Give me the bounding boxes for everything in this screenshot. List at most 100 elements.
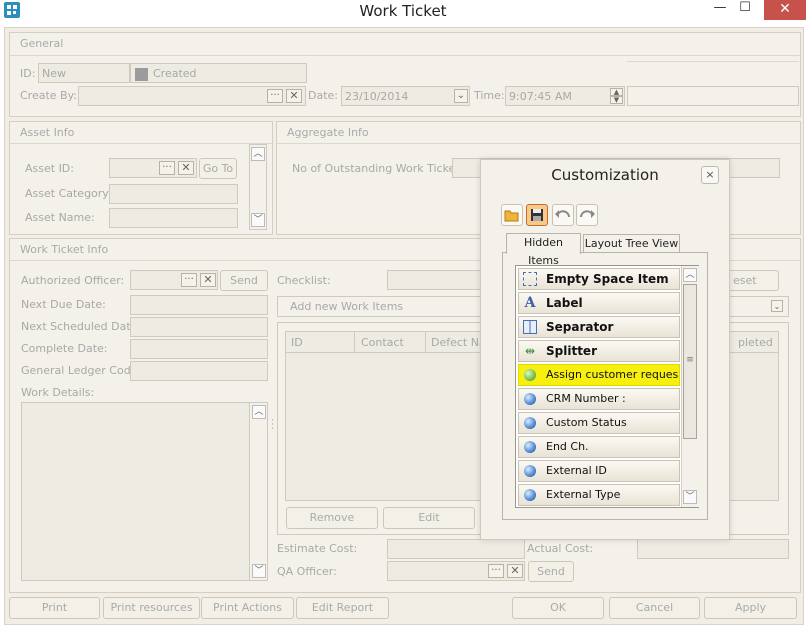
splitter-handle[interactable]: · · · bbox=[271, 417, 274, 434]
date-label: Date: bbox=[308, 89, 338, 102]
print-actions-button[interactable]: Print Actions bbox=[201, 597, 294, 619]
title-bar: Work Ticket — ☐ ✕ bbox=[0, 0, 806, 22]
gl-code-field[interactable] bbox=[130, 361, 268, 381]
tab-hidden-items[interactable]: Hidden Items bbox=[506, 233, 581, 267]
work-details-textarea[interactable]: ︿ ﹀ bbox=[21, 402, 268, 581]
list-item[interactable]: Empty Space Item bbox=[518, 268, 680, 290]
general-header: General bbox=[20, 37, 64, 50]
actual-cost-field[interactable] bbox=[637, 539, 789, 559]
column-completed[interactable]: pleted bbox=[738, 336, 773, 349]
next-due-label: Next Due Date: bbox=[21, 298, 106, 311]
go-to-button[interactable]: Go To bbox=[199, 158, 237, 179]
authorized-officer-label: Authorized Officer: bbox=[21, 274, 125, 287]
apply-button[interactable]: Apply bbox=[704, 597, 797, 619]
chevron-down-icon[interactable]: ⌄ bbox=[454, 89, 468, 103]
print-button[interactable]: Print bbox=[9, 597, 100, 619]
remove-button[interactable]: Remove bbox=[286, 507, 378, 529]
chevron-down-icon[interactable]: ⌄ bbox=[771, 300, 783, 312]
date-value: 23/10/2014 bbox=[345, 90, 409, 103]
scroll-down-icon[interactable]: ﹀ bbox=[252, 564, 266, 578]
list-item[interactable]: External ID bbox=[518, 460, 680, 482]
authorized-officer-field[interactable]: ··· ✕ bbox=[130, 270, 218, 290]
blue-orb-icon bbox=[524, 441, 536, 453]
save-icon[interactable] bbox=[526, 204, 548, 226]
aggregate-info-header: Aggregate Info bbox=[287, 126, 369, 139]
list-item[interactable]: Separator bbox=[518, 316, 680, 338]
list-item[interactable]: Custom Status bbox=[518, 412, 680, 434]
qa-officer-field[interactable]: ··· ✕ bbox=[387, 561, 525, 581]
asset-info-header: Asset Info bbox=[20, 126, 75, 139]
list-item[interactable]: CRM Number : bbox=[518, 388, 680, 410]
scroll-up-icon[interactable]: ︿ bbox=[252, 405, 266, 419]
minimize-button[interactable]: — bbox=[712, 0, 728, 20]
asset-id-field[interactable]: ··· ✕ bbox=[109, 158, 197, 178]
edit-report-button[interactable]: Edit Report bbox=[296, 597, 389, 619]
green-orb-icon bbox=[524, 369, 536, 381]
time-field[interactable]: 9:07:45 AM ▲ ▼ bbox=[505, 86, 625, 106]
ellipsis-button[interactable]: ··· bbox=[488, 564, 504, 578]
cancel-button[interactable]: Cancel bbox=[609, 597, 700, 619]
date-field[interactable]: 23/10/2014 ⌄ bbox=[341, 86, 470, 106]
work-details-scrollbar[interactable]: ︿ ﹀ bbox=[249, 403, 267, 580]
spin-up-icon[interactable]: ▲ bbox=[610, 88, 623, 96]
column-contact[interactable]: Contact bbox=[361, 336, 404, 349]
id-label: ID: bbox=[20, 67, 36, 80]
qa-send-button[interactable]: Send bbox=[528, 561, 574, 582]
ellipsis-button[interactable]: ··· bbox=[181, 273, 197, 287]
send-button[interactable]: Send bbox=[220, 270, 268, 291]
maximize-button[interactable]: ☐ bbox=[737, 0, 753, 20]
create-by-label: Create By: bbox=[20, 89, 78, 102]
create-by-field[interactable]: ··· ✕ bbox=[78, 86, 306, 106]
complete-date-field[interactable] bbox=[130, 339, 268, 359]
edit-button[interactable]: Edit bbox=[383, 507, 475, 529]
clear-icon[interactable]: ✕ bbox=[200, 273, 216, 287]
ellipsis-button[interactable]: ··· bbox=[159, 161, 175, 175]
clear-icon[interactable]: ✕ bbox=[178, 161, 194, 175]
asset-category-label: Asset Category: bbox=[25, 187, 112, 200]
asset-scrollbar[interactable]: ︿ ﹀ bbox=[249, 144, 267, 230]
list-item[interactable]: A Label bbox=[518, 292, 680, 314]
hidden-items-list[interactable]: Empty Space Item A Label Separator ⇹ Spl… bbox=[515, 265, 699, 508]
splitter-icon: ⇹ bbox=[524, 344, 536, 358]
checklist-label: Checklist: bbox=[277, 274, 331, 287]
list-item[interactable]: ⇹ Splitter bbox=[518, 340, 680, 362]
time-value: 9:07:45 AM bbox=[509, 90, 572, 103]
asset-category-field[interactable] bbox=[109, 184, 238, 204]
redo-icon[interactable] bbox=[576, 204, 598, 226]
empty-space-icon bbox=[523, 272, 537, 286]
scroll-thumb[interactable]: ≡ bbox=[683, 284, 697, 439]
scroll-down-icon[interactable]: ﹀ bbox=[251, 213, 265, 227]
ellipsis-button[interactable]: ··· bbox=[267, 89, 283, 103]
blue-orb-icon bbox=[524, 465, 536, 477]
spin-down-icon[interactable]: ▼ bbox=[610, 96, 623, 104]
column-id[interactable]: ID bbox=[291, 336, 303, 349]
list-item[interactable]: External Type bbox=[518, 484, 680, 506]
open-folder-icon[interactable] bbox=[501, 204, 523, 226]
qa-officer-label: QA Officer: bbox=[277, 565, 337, 578]
customization-close-button[interactable]: × bbox=[701, 166, 719, 184]
separator-icon bbox=[523, 320, 537, 334]
tab-layout-tree-view[interactable]: Layout Tree View bbox=[583, 234, 680, 254]
general-group: General ID: New Created Create By: ··· ✕… bbox=[9, 32, 801, 117]
list-item[interactable]: End Ch. bbox=[518, 436, 680, 458]
id-field[interactable]: New bbox=[38, 63, 130, 83]
list-scrollbar[interactable]: ︿ ≡ ﹀ bbox=[681, 266, 699, 507]
estimate-cost-field[interactable] bbox=[387, 539, 525, 559]
clear-icon[interactable]: ✕ bbox=[507, 564, 523, 578]
scroll-down-icon[interactable]: ﹀ bbox=[683, 490, 697, 504]
blue-orb-icon bbox=[524, 417, 536, 429]
scroll-up-icon[interactable]: ︿ bbox=[251, 147, 265, 161]
window-title: Work Ticket bbox=[359, 2, 447, 20]
asset-name-field[interactable] bbox=[109, 208, 238, 228]
list-item-selected[interactable]: Assign customer request... bbox=[518, 364, 680, 386]
clear-icon[interactable]: ✕ bbox=[286, 89, 302, 103]
ok-button[interactable]: OK bbox=[512, 597, 604, 619]
print-resources-button[interactable]: Print resources bbox=[103, 597, 200, 619]
next-scheduled-field[interactable] bbox=[130, 317, 268, 337]
close-button[interactable]: ✕ bbox=[764, 0, 806, 20]
scroll-up-icon[interactable]: ︿ bbox=[683, 268, 697, 282]
checklist-field[interactable] bbox=[387, 270, 482, 290]
actual-cost-label: Actual Cost: bbox=[527, 542, 594, 555]
undo-icon[interactable] bbox=[552, 204, 574, 226]
next-due-field[interactable] bbox=[130, 295, 268, 315]
